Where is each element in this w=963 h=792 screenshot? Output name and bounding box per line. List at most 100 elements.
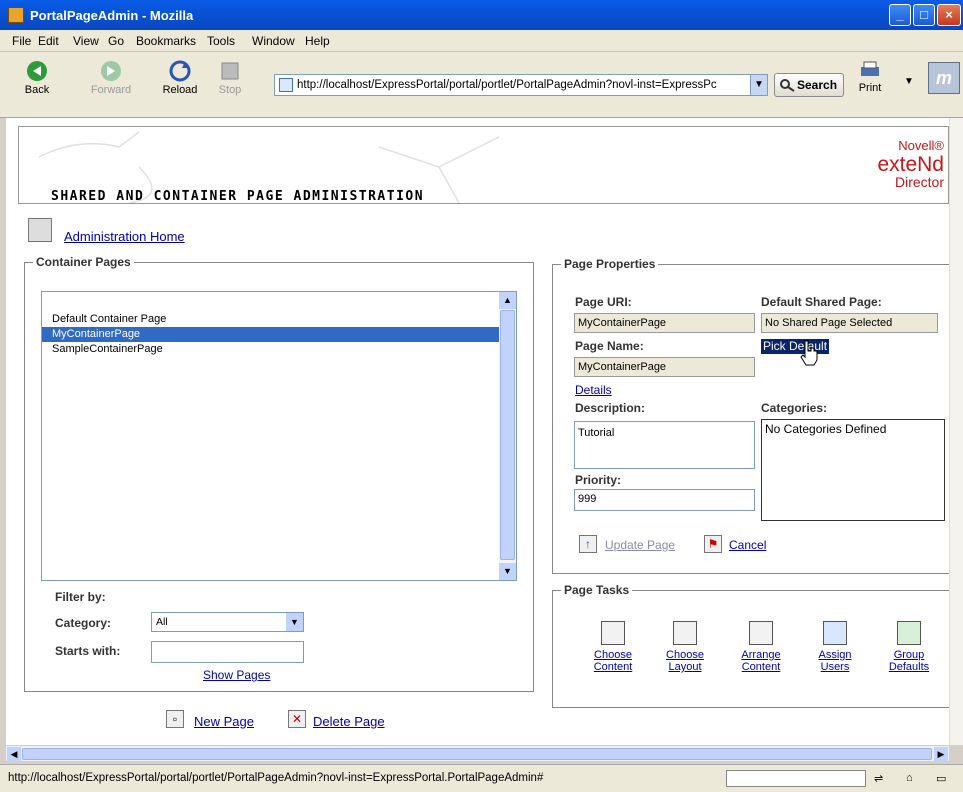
arrange-content-icon bbox=[749, 621, 773, 645]
assign-users-task[interactable]: Assign Users bbox=[807, 621, 863, 673]
menu-bookmarks[interactable]: Bookmarks bbox=[136, 34, 196, 48]
list-item[interactable]: Default Container Page bbox=[42, 312, 500, 327]
window-title: PortalPageAdmin - Mozilla bbox=[30, 8, 194, 23]
task-label-line1: Arrange bbox=[741, 649, 781, 661]
new-page-link[interactable]: New Page bbox=[194, 714, 254, 729]
delete-page-link[interactable]: Delete Page bbox=[313, 714, 385, 729]
category-value: All bbox=[156, 616, 168, 628]
scroll-right-icon[interactable]: ▶ bbox=[934, 747, 948, 761]
details-link[interactable]: Details bbox=[575, 383, 612, 397]
scroll-thumb[interactable] bbox=[22, 748, 932, 760]
task-label-line2: Users bbox=[820, 661, 850, 673]
print-label: Print bbox=[858, 82, 882, 94]
show-pages-link[interactable]: Show Pages bbox=[203, 668, 270, 682]
container-pages-panel: Container Pages Default Container Page M… bbox=[24, 255, 534, 692]
window-vertical-scrollbar[interactable] bbox=[949, 118, 963, 745]
scroll-up-icon[interactable]: ▲ bbox=[499, 292, 516, 309]
status-text: http://localhost/ExpressPortal/portal/po… bbox=[8, 772, 544, 784]
list-item-selected[interactable]: MyContainerPage bbox=[42, 327, 500, 342]
mozilla-throbber[interactable]: m bbox=[928, 62, 960, 94]
assign-users-icon bbox=[823, 621, 847, 645]
navigation-toolbar: Back Forward Reload Stop http://localhos… bbox=[0, 52, 963, 118]
choose-layout-task[interactable]: Choose Layout bbox=[657, 621, 713, 673]
arrange-content-task[interactable]: Arrange Content bbox=[733, 621, 789, 673]
print-button[interactable]: Print bbox=[848, 60, 892, 94]
print-dropdown-icon[interactable]: ▼ bbox=[904, 76, 914, 87]
priority-label: Priority: bbox=[575, 473, 622, 487]
cancel-link[interactable]: Cancel bbox=[729, 538, 766, 552]
container-pages-legend: Container Pages bbox=[33, 255, 134, 269]
progress-box bbox=[726, 770, 866, 787]
menu-window[interactable]: Window bbox=[252, 34, 295, 48]
starts-with-input[interactable] bbox=[151, 641, 304, 663]
brand-director: Director bbox=[894, 174, 944, 190]
categories-list[interactable]: No Categories Defined bbox=[761, 419, 945, 521]
page-content: SHARED AND CONTAINER PAGE ADMINISTRATION… bbox=[6, 118, 949, 745]
filter-by-label: Filter by: bbox=[55, 590, 106, 604]
scroll-left-icon[interactable]: ◀ bbox=[7, 747, 21, 761]
update-page-link[interactable]: Update Page bbox=[605, 538, 675, 552]
scroll-down-icon[interactable]: ▼ bbox=[499, 563, 516, 580]
page-title: SHARED AND CONTAINER PAGE ADMINISTRATION bbox=[51, 189, 425, 204]
window-horizontal-scrollbar[interactable]: ◀ ▶ bbox=[6, 745, 949, 761]
update-page-icon[interactable]: ↑ bbox=[579, 535, 597, 553]
search-icon bbox=[780, 79, 795, 92]
page-name-field[interactable]: MyContainerPage bbox=[574, 357, 755, 377]
administration-home-link[interactable]: Administration Home bbox=[64, 229, 185, 244]
categories-label: Categories: bbox=[761, 401, 828, 415]
page-properties-legend: Page Properties bbox=[561, 257, 659, 271]
description-label: Description: bbox=[575, 401, 646, 415]
url-text: http://localhost/ExpressPortal/portal/po… bbox=[297, 79, 717, 91]
stop-label: Stop bbox=[218, 84, 242, 96]
task-label-line1: Choose bbox=[594, 649, 632, 661]
menu-edit[interactable]: Edit bbox=[38, 34, 59, 48]
back-label: Back bbox=[24, 84, 50, 96]
menu-tools[interactable]: Tools bbox=[207, 34, 235, 48]
back-arrow-icon bbox=[27, 61, 47, 81]
back-button[interactable]: Back bbox=[14, 60, 60, 96]
admin-home-icon[interactable] bbox=[28, 218, 52, 242]
url-input[interactable]: http://localhost/ExpressPortal/portal/po… bbox=[274, 74, 752, 96]
choose-content-task[interactable]: Choose Content bbox=[585, 621, 641, 673]
task-label-line1: Group bbox=[893, 649, 925, 661]
reload-button[interactable]: Reload bbox=[157, 60, 203, 96]
menu-view[interactable]: View bbox=[73, 34, 99, 48]
minimize-button[interactable]: _ bbox=[889, 4, 911, 26]
priority-input[interactable]: 999 bbox=[574, 489, 755, 511]
reload-label: Reload bbox=[162, 84, 198, 96]
security-icon: ⌂ bbox=[906, 772, 913, 784]
category-select[interactable]: All ▼ bbox=[151, 612, 304, 632]
group-defaults-task[interactable]: Group Defaults bbox=[881, 621, 937, 673]
close-window-button[interactable]: × bbox=[937, 4, 961, 26]
search-button[interactable]: Search bbox=[774, 73, 844, 97]
search-label: Search bbox=[797, 78, 838, 92]
maximize-button[interactable]: □ bbox=[913, 4, 935, 26]
group-defaults-icon bbox=[897, 621, 921, 645]
lock-icon: ▭ bbox=[936, 773, 947, 785]
delete-icon[interactable]: ✕ bbox=[288, 710, 306, 728]
chevron-down-icon[interactable]: ▼ bbox=[286, 613, 303, 631]
brand-extend: exteNd bbox=[877, 153, 944, 176]
new-page-icon[interactable]: ▫ bbox=[166, 710, 184, 728]
menu-file[interactable]: File bbox=[12, 34, 31, 48]
choose-content-icon bbox=[601, 621, 625, 645]
category-label: Category: bbox=[55, 616, 112, 630]
status-bar: http://localhost/ExpressPortal/portal/po… bbox=[0, 764, 963, 792]
task-label-line2: Defaults bbox=[888, 661, 930, 673]
menu-help[interactable]: Help bbox=[305, 34, 330, 48]
list-item[interactable]: SampleContainerPage bbox=[42, 342, 500, 357]
printer-icon bbox=[861, 61, 879, 76]
url-dropdown-button[interactable]: ▼ bbox=[750, 74, 768, 96]
hand-cursor-icon bbox=[800, 340, 818, 366]
description-textarea[interactable]: Tutorial bbox=[574, 421, 755, 469]
container-pages-list[interactable]: Default Container Page MyContainerPage S… bbox=[41, 291, 517, 581]
stop-button[interactable]: Stop bbox=[207, 60, 253, 96]
list-scrollbar[interactable]: ▲ ▼ bbox=[499, 292, 516, 580]
scroll-thumb[interactable] bbox=[500, 310, 515, 560]
forward-button[interactable]: Forward bbox=[88, 60, 134, 96]
menu-go[interactable]: Go bbox=[108, 34, 124, 48]
default-shared-page-field: No Shared Page Selected bbox=[761, 313, 938, 333]
cancel-icon[interactable]: ⚑ bbox=[704, 535, 722, 553]
choose-layout-icon bbox=[673, 621, 697, 645]
menu-bar: File Edit View Go Bookmarks Tools Window… bbox=[0, 30, 963, 52]
